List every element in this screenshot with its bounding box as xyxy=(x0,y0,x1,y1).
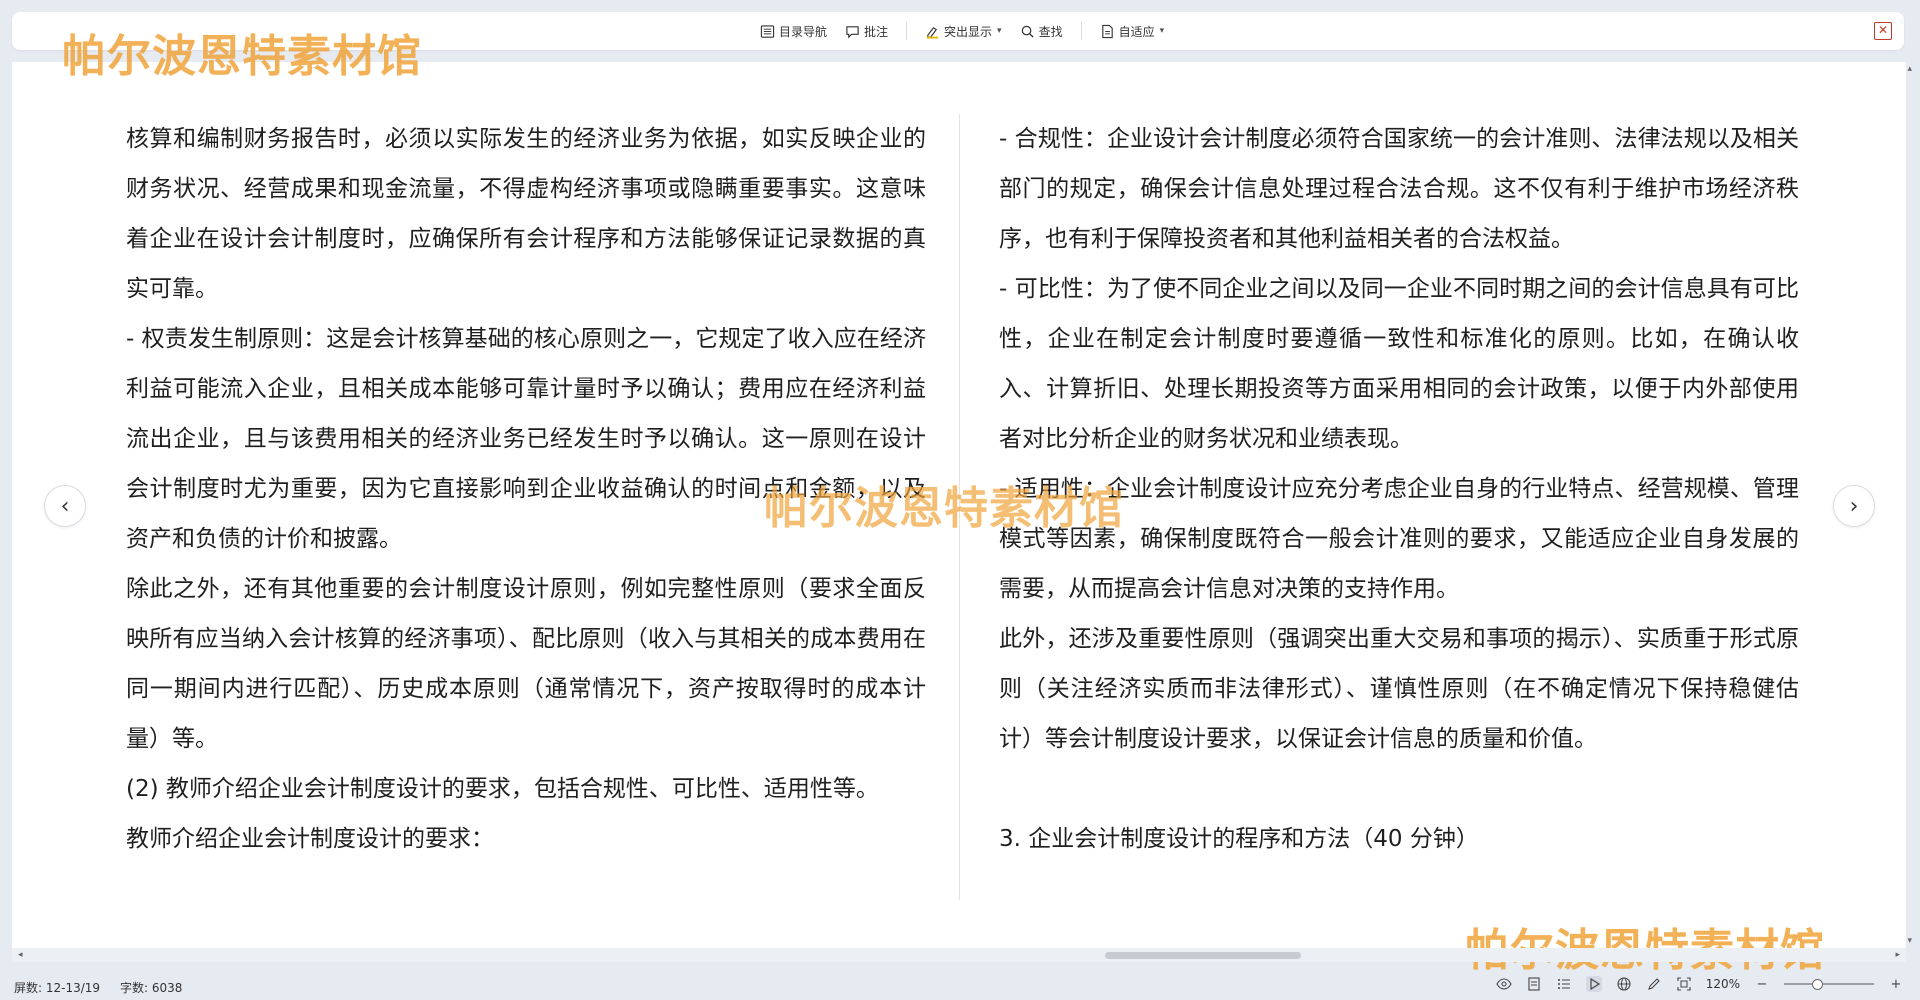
scroll-up-icon[interactable]: ▴ xyxy=(1907,64,1912,74)
next-page-button[interactable]: › xyxy=(1833,485,1875,527)
outline-icon[interactable] xyxy=(1526,976,1542,992)
paragraph: (2) 教师介绍企业会计制度设计的要求，包括合规性、可比性、适用性等。 xyxy=(126,776,879,802)
highlight-label: 突出显示 xyxy=(944,24,993,39)
list-icon[interactable] xyxy=(1556,976,1572,992)
pen-icon[interactable] xyxy=(1646,976,1662,992)
status-right: 120% − + xyxy=(1496,976,1904,992)
scroll-left-icon[interactable]: ◂ xyxy=(18,948,23,962)
zoom-slider-track xyxy=(1784,983,1874,985)
eye-icon[interactable] xyxy=(1496,976,1512,992)
paragraph: - 可比性：为了使不同企业之间以及同一企业不同时期之间的会计信息具有可比性，企业… xyxy=(999,276,1799,452)
close-icon[interactable]: ✕ xyxy=(1874,22,1892,40)
previous-page-button[interactable]: ‹ xyxy=(44,485,86,527)
comment-label: 批注 xyxy=(864,24,889,39)
watermark-text: 帕尔波恩特素材馆 xyxy=(62,31,422,82)
toc-nav-button[interactable]: 目录导航 xyxy=(760,23,827,40)
paragraph: 除此之外，还有其他重要的会计制度设计原则，例如完整性原则（要求全面反映所有应当纳… xyxy=(126,576,926,752)
toolbar-group: 目录导航 批注 突出显示 ▾ 查找 自适应 ▾ xyxy=(760,12,1164,50)
comment-button[interactable]: 批注 xyxy=(845,23,888,40)
page-info: 屏数: 12-13/19 xyxy=(14,981,101,995)
chevron-down-icon: ▾ xyxy=(997,26,1002,36)
paragraph: 教师介绍企业会计制度设计的要求： xyxy=(126,826,494,852)
watermark-text: 帕尔波恩特素材馆 xyxy=(764,483,1124,534)
zoom-level[interactable]: 120% xyxy=(1706,977,1740,991)
chevron-left-icon: ‹ xyxy=(60,493,70,519)
chevron-down-icon: ▾ xyxy=(1159,26,1165,36)
find-button[interactable]: 查找 xyxy=(1020,23,1063,40)
fit-mode-dropdown[interactable]: 自适应 ▾ xyxy=(1100,23,1165,40)
fit-screen-icon[interactable] xyxy=(1676,976,1692,992)
toolbar-divider xyxy=(906,22,908,40)
zoom-in-icon[interactable]: + xyxy=(1888,976,1904,992)
search-icon xyxy=(1021,25,1034,38)
chevron-right-icon: › xyxy=(1849,493,1859,519)
scrollbar-thumb[interactable] xyxy=(1105,952,1301,959)
zoom-slider-knob[interactable] xyxy=(1812,979,1824,990)
watermark-text: 帕尔波恩特素材馆 xyxy=(1465,914,1825,978)
paragraph: - 合规性：企业设计会计制度必须符合国家统一的会计准则、法律法规以及相关部门的规… xyxy=(999,126,1799,252)
status-bar: 屏数: 12-13/19 字数: 6038 120% − + xyxy=(0,972,1920,1000)
scroll-down-icon[interactable]: ▾ xyxy=(1907,936,1912,946)
section-heading: 3. 企业会计制度设计的程序和方法（40 分钟） xyxy=(999,826,1479,852)
find-label: 查找 xyxy=(1038,24,1063,39)
toolbar-divider xyxy=(1080,22,1082,40)
comment-icon xyxy=(846,25,859,38)
horizontal-scrollbar[interactable]: ◂ ▸ xyxy=(12,948,1906,962)
zoom-out-icon[interactable]: − xyxy=(1754,976,1770,992)
toc-nav-label: 目录导航 xyxy=(779,24,828,39)
paragraph: 核算和编制财务报告时，必须以实际发生的经济业务为依据，如实反映企业的财务状况、经… xyxy=(126,126,926,302)
word-count: 字数: 6038 xyxy=(120,981,183,995)
paragraph: 此外，还涉及重要性原则（强调突出重大交易和事项的揭示）、实质重于形式原则（关注经… xyxy=(999,626,1799,752)
scroll-right-icon[interactable]: ▸ xyxy=(1895,948,1900,962)
highlight-icon xyxy=(926,26,939,39)
play-icon[interactable] xyxy=(1585,976,1602,992)
fit-mode-label: 自适应 xyxy=(1118,24,1155,39)
page-fit-icon xyxy=(1101,24,1113,38)
globe-icon[interactable] xyxy=(1616,976,1632,992)
status-left: 屏数: 12-13/19 字数: 6038 xyxy=(14,979,182,996)
toc-icon xyxy=(760,24,775,38)
highlight-button[interactable]: 突出显示 ▾ xyxy=(925,23,1002,40)
zoom-slider[interactable] xyxy=(1784,976,1874,992)
